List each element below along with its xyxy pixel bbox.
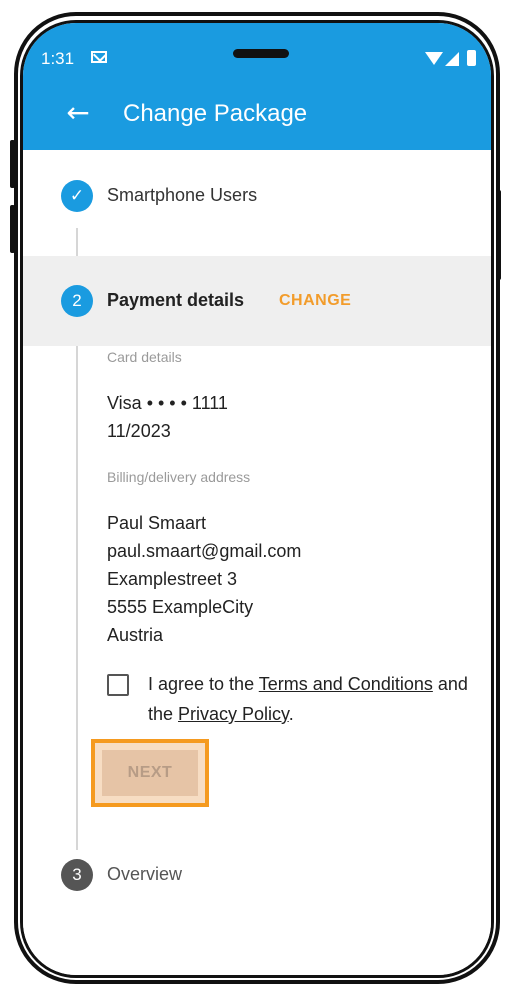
app-bar: ← Change Package — [23, 78, 491, 150]
back-arrow-icon[interactable]: ← — [63, 96, 93, 130]
step-smartphone-users[interactable]: ✓ Smartphone Users — [23, 176, 491, 216]
step-label: Smartphone Users — [107, 185, 258, 205]
status-bar: 1:31 — [23, 23, 491, 78]
signal-icon — [445, 52, 459, 66]
phone-side-button — [496, 190, 501, 280]
step-label: Payment details — [107, 290, 245, 310]
battery-icon — [467, 50, 476, 66]
address-line: Examplestreet 3 — [107, 569, 238, 589]
card-number: Visa • • • • 1111 — [107, 393, 228, 413]
step-number-badge: 3 — [61, 859, 93, 891]
terms-checkbox[interactable] — [107, 674, 129, 696]
next-button-highlight: NEXT — [91, 739, 209, 807]
change-button[interactable]: CHANGE — [279, 292, 351, 310]
step-connector — [76, 320, 78, 850]
terms-agreement-text: I agree to the Terms and Conditions and … — [148, 669, 468, 729]
step-overview[interactable]: 3 Overview — [23, 855, 491, 895]
address-line: Austria — [107, 625, 164, 645]
card-details-label: Card details — [107, 349, 182, 365]
wifi-icon — [425, 52, 443, 65]
agree-prefix: I agree to the — [148, 674, 259, 694]
phone-side-button — [10, 205, 15, 253]
billing-address-label: Billing/delivery address — [107, 469, 251, 485]
status-time: 1:31 — [41, 49, 75, 68]
billing-address: Paul Smaart paul.smaart@gmail.com Exampl… — [107, 509, 301, 649]
step-payment-details: 2 Payment details CHANGE — [23, 256, 491, 346]
address-line: paul.smaart@gmail.com — [107, 541, 302, 561]
step-label: Overview — [107, 864, 183, 884]
phone-side-button — [10, 140, 15, 188]
card-expiry: 11/2023 — [107, 421, 171, 441]
phone-screen: 1:31 ← Change Package ✓ Smartphone Users… — [20, 20, 494, 978]
address-line: 5555 ExampleCity — [107, 597, 254, 617]
check-icon: ✓ — [61, 180, 93, 212]
terms-link[interactable]: Terms and Conditions — [259, 674, 433, 694]
privacy-policy-link[interactable]: Privacy Policy — [178, 704, 289, 724]
step-connector — [76, 228, 78, 256]
step-number-badge: 2 — [61, 285, 93, 317]
agree-suffix: . — [288, 704, 294, 724]
page-title: Change Package — [123, 100, 308, 127]
mail-icon — [91, 51, 107, 63]
camera-notch — [233, 49, 289, 58]
stepper-content: ✓ Smartphone Users 2 Payment details CHA… — [23, 150, 491, 975]
address-line: Paul Smaart — [107, 513, 207, 533]
next-button[interactable]: NEXT — [102, 750, 198, 796]
